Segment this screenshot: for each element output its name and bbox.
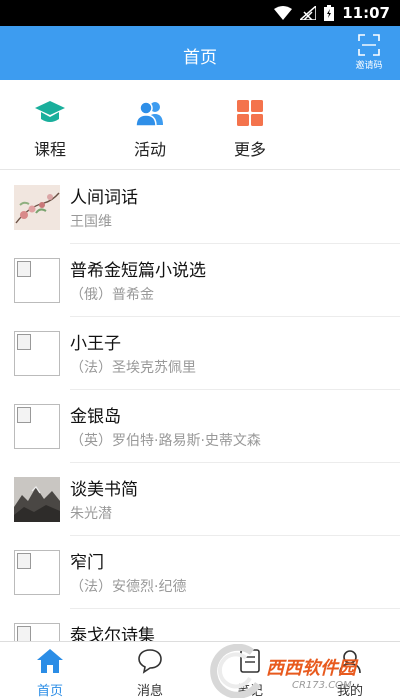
broken-image-icon: [14, 404, 60, 449]
quick-nav-label: 活动: [133, 140, 166, 159]
quick-nav-label: 更多: [233, 140, 266, 159]
graduation-cap-icon: [35, 101, 65, 122]
book-author: 朱光潜: [70, 506, 112, 522]
book-author: （英）罗伯特·路易斯·史蒂文森: [70, 433, 261, 449]
book-item[interactable]: 谈美书简 朱光潜: [0, 463, 400, 536]
book-title: 谈美书简: [70, 480, 138, 500]
book-author: （法）圣埃克苏佩里: [70, 360, 196, 376]
book-title: 窄门: [70, 553, 104, 573]
wifi-icon: [274, 6, 293, 20]
people-icon: [135, 101, 163, 127]
tab-label: 首页: [36, 684, 63, 699]
home-icon: [37, 649, 63, 673]
book-author: （俄）普希金: [70, 287, 154, 303]
grid-icon: [237, 100, 263, 126]
watermark: 西西软件园 CR173.COM: [200, 644, 396, 698]
scan-icon: [358, 34, 380, 56]
book-title: 金银岛: [70, 407, 121, 427]
invite-code-button[interactable]: 邀请码: [346, 32, 392, 76]
book-title: 泰戈尔诗集: [70, 626, 155, 641]
book-cover-image: [14, 185, 60, 230]
broken-image-icon: [14, 331, 60, 376]
broken-image-icon: [14, 550, 60, 595]
watermark-logo-icon: [210, 644, 261, 698]
chat-bubble-icon: [138, 649, 162, 674]
tab-label: 消息: [136, 684, 163, 699]
battery-icon: [324, 5, 335, 21]
broken-image-icon: [14, 623, 60, 641]
book-cover-image: [14, 477, 60, 522]
status-bar: 11:07: [0, 0, 400, 26]
book-title: 普希金短篇小说选: [70, 261, 206, 281]
book-author: （法）安德烈·纪德: [70, 579, 187, 595]
book-author: 王国维: [70, 214, 112, 230]
app-header: 首页 邀请码: [0, 26, 400, 80]
book-list: 人间词话 王国维 普希金短篇小说选 （俄）普希金 小王子 （法）圣埃克苏佩里 金…: [0, 171, 400, 641]
watermark-url: CR173.COM: [292, 680, 352, 691]
page-title: 首页: [183, 48, 217, 68]
watermark-brand: 西西软件园: [266, 658, 356, 679]
book-item[interactable]: 窄门 （法）安德烈·纪德: [0, 536, 400, 609]
book-item[interactable]: 普希金短篇小说选 （俄）普希金: [0, 244, 400, 317]
quick-nav-label: 课程: [33, 140, 66, 159]
clock: 11:07: [342, 4, 390, 22]
broken-image-icon: [14, 258, 60, 303]
quick-nav-more[interactable]: 更多: [210, 98, 290, 160]
no-signal-icon: [300, 6, 317, 20]
quick-nav-activities[interactable]: 活动: [110, 98, 190, 160]
book-item[interactable]: 人间词话 王国维: [0, 171, 400, 244]
book-item[interactable]: 泰戈尔诗集: [0, 609, 400, 641]
book-title: 小王子: [70, 334, 121, 354]
book-item[interactable]: 小王子 （法）圣埃克苏佩里: [0, 317, 400, 390]
book-item[interactable]: 金银岛 （英）罗伯特·路易斯·史蒂文森: [0, 390, 400, 463]
quick-nav-courses[interactable]: 课程: [10, 98, 90, 160]
tab-home[interactable]: 首页: [20, 648, 80, 699]
book-title: 人间词话: [70, 188, 138, 208]
quick-nav: 课程 活动 更多: [0, 80, 400, 170]
tab-messages[interactable]: 消息: [120, 648, 180, 699]
invite-code-label: 邀请码: [355, 61, 383, 71]
